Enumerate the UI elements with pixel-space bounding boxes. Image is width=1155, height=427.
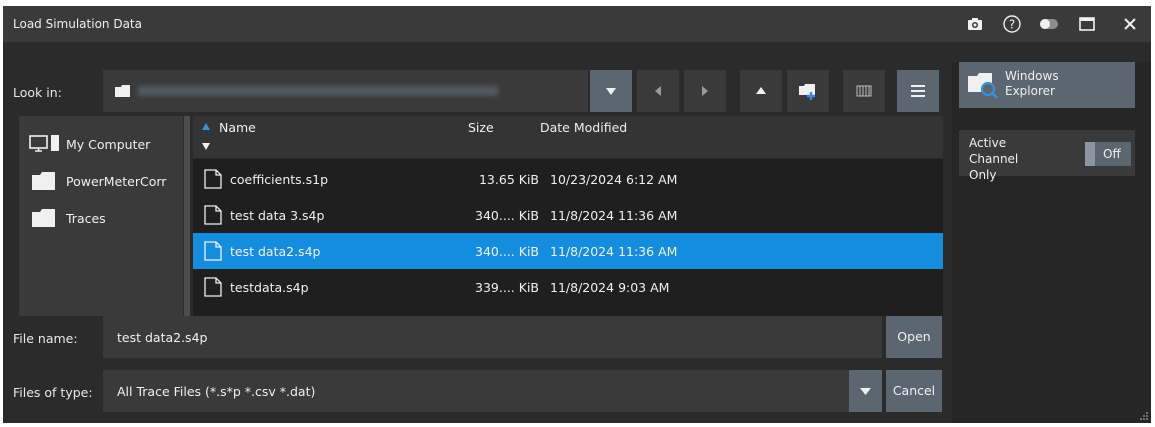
file-row-selected[interactable]: test data2.s4p 340.... KiB 11/8/2024 11:… — [193, 233, 943, 269]
look-in-label: Look in: — [13, 85, 62, 100]
file-row[interactable]: test data 3.s4p 340.... KiB 11/8/2024 11… — [193, 197, 943, 233]
file-type-dropdown-button[interactable] — [849, 370, 882, 412]
new-folder-icon — [799, 84, 815, 100]
back-button[interactable] — [637, 70, 679, 112]
folder-icon — [32, 172, 55, 190]
list-view-icon — [911, 85, 925, 97]
path-text — [138, 86, 498, 96]
list-header: Name Size Date Modified — [193, 116, 943, 159]
column-header-date[interactable]: Date Modified — [540, 120, 627, 135]
maximize-icon[interactable] — [1077, 14, 1097, 34]
windows-explorer-label: Windows Explorer — [1005, 69, 1059, 98]
camera-icon[interactable] — [965, 14, 985, 34]
file-date: 11/8/2024 9:03 AM — [550, 280, 670, 295]
sidebar-item-powermetercorr[interactable]: PowerMeterCorr — [19, 165, 183, 195]
column-header-name[interactable]: Name — [219, 120, 256, 135]
file-row[interactable]: coefficients.s1p 13.65 KiB 10/23/2024 6:… — [193, 161, 943, 197]
toggle-state: Off — [1103, 147, 1121, 161]
load-simulation-dialog: Load Simulation Data ? Look in: My Compu… — [3, 6, 1151, 423]
sidebar-item-my-computer[interactable]: My Computer — [19, 128, 183, 158]
file-size: 340.... KiB — [475, 208, 539, 223]
active-channel-only-label: Active Channel Only — [969, 136, 1019, 182]
sort-indicator-icon — [202, 123, 210, 150]
file-date: 10/23/2024 6:12 AM — [550, 172, 678, 187]
file-name-input[interactable]: test data2.s4p — [103, 316, 882, 358]
file-name: test data2.s4p — [230, 244, 321, 259]
pane-splitter[interactable] — [184, 116, 190, 316]
active-channel-only-toggle[interactable]: Off — [1085, 142, 1131, 166]
toggle-icon[interactable] — [1039, 14, 1059, 34]
file-date: 11/8/2024 11:36 AM — [550, 208, 678, 223]
file-name: testdata.s4p — [230, 280, 309, 295]
look-in-path-field[interactable] — [103, 70, 588, 112]
sidebar-item-label: PowerMeterCorr — [66, 174, 167, 189]
file-icon — [204, 277, 222, 297]
file-name-label: File name: — [13, 331, 78, 346]
places-sidebar: My Computer PowerMeterCorr Traces — [19, 116, 183, 316]
open-button[interactable]: Open — [886, 316, 942, 358]
right-panel — [952, 62, 1151, 423]
file-type-value: All Trace Files (*.s*p *.csv *.dat) — [117, 384, 316, 399]
forward-icon — [702, 86, 708, 96]
active-channel-only-control: Active Channel Only Off — [959, 130, 1135, 182]
windows-explorer-icon — [968, 73, 998, 99]
file-row[interactable]: testdata.s4p 339.... KiB 11/8/2024 9:03 … — [193, 269, 943, 305]
title-bar: Load Simulation Data ? — [3, 6, 1151, 42]
file-type-select[interactable]: All Trace Files (*.s*p *.csv *.dat) — [103, 370, 882, 412]
list-view-button[interactable] — [897, 70, 939, 112]
file-size: 339.... KiB — [475, 280, 539, 295]
file-name: test data 3.s4p — [230, 208, 325, 223]
sidebar-item-traces[interactable]: Traces — [19, 202, 183, 232]
file-type-label: Files of type: — [13, 385, 93, 400]
toggle-knob — [1085, 142, 1095, 166]
resize-grip-icon[interactable] — [1139, 411, 1149, 421]
file-icon — [204, 241, 222, 261]
window-title: Load Simulation Data — [13, 17, 142, 31]
chevron-down-icon — [860, 388, 871, 395]
folder-icon — [32, 209, 55, 227]
up-button[interactable] — [740, 70, 782, 112]
file-size: 340.... KiB — [475, 244, 539, 259]
forward-button[interactable] — [684, 70, 726, 112]
help-icon[interactable]: ? — [1002, 14, 1022, 34]
new-folder-button[interactable] — [787, 70, 829, 112]
file-name: coefficients.s1p — [230, 172, 329, 187]
sidebar-item-label: My Computer — [66, 137, 151, 152]
folder-icon — [115, 85, 130, 97]
file-name-value: test data2.s4p — [117, 330, 208, 345]
back-icon — [655, 86, 661, 96]
file-icon — [204, 169, 222, 189]
detail-view-icon — [856, 85, 872, 97]
windows-explorer-button[interactable]: Windows Explorer — [959, 62, 1135, 108]
path-dropdown-button[interactable] — [590, 70, 632, 112]
sidebar-item-label: Traces — [66, 211, 106, 226]
detail-view-button[interactable] — [843, 70, 885, 112]
cancel-button[interactable]: Cancel — [886, 370, 942, 412]
column-header-size[interactable]: Size — [468, 120, 494, 135]
file-size: 13.65 KiB — [478, 172, 539, 187]
computer-icon — [29, 135, 59, 152]
svg-text:?: ? — [1009, 18, 1015, 32]
close-icon[interactable] — [1120, 14, 1140, 34]
file-list: Name Size Date Modified coefficients.s1p… — [193, 116, 943, 316]
up-icon — [756, 87, 766, 94]
dropdown-icon — [606, 88, 616, 95]
file-date: 11/8/2024 11:36 AM — [550, 244, 678, 259]
file-icon — [204, 205, 222, 225]
